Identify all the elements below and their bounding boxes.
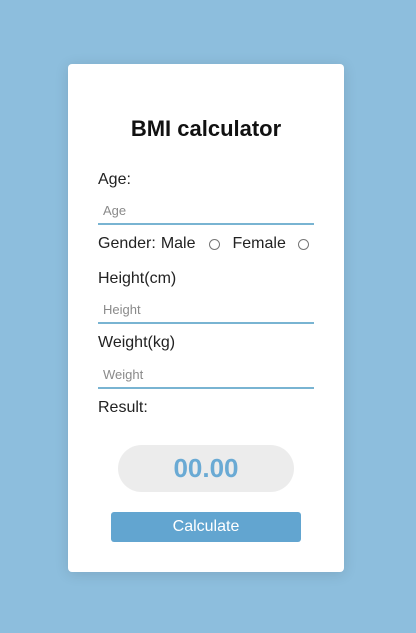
page-title: BMI calculator <box>130 116 282 141</box>
gender-male-radio[interactable] <box>208 238 220 250</box>
weight-label: Weight(kg) <box>98 334 176 351</box>
gender-label: Gender: <box>98 235 156 252</box>
gender-option-male-label: Male <box>160 235 196 252</box>
height-label: Height(cm) <box>98 270 177 287</box>
gender-option-female-label: Female <box>232 235 286 252</box>
result-label: Result: <box>98 399 148 416</box>
calculate-button[interactable]: Calculate <box>111 512 301 542</box>
weight-input[interactable] <box>98 361 314 389</box>
gender-row: Gender: Male Female <box>98 234 309 254</box>
age-label: Age: <box>98 171 131 188</box>
gender-female-radio[interactable] <box>297 238 309 250</box>
bmi-card: BMI calculator Age: Gender: Male Female … <box>68 64 344 572</box>
age-input[interactable] <box>98 197 314 225</box>
result-value: 00.00 <box>118 445 294 492</box>
height-input[interactable] <box>98 296 314 324</box>
